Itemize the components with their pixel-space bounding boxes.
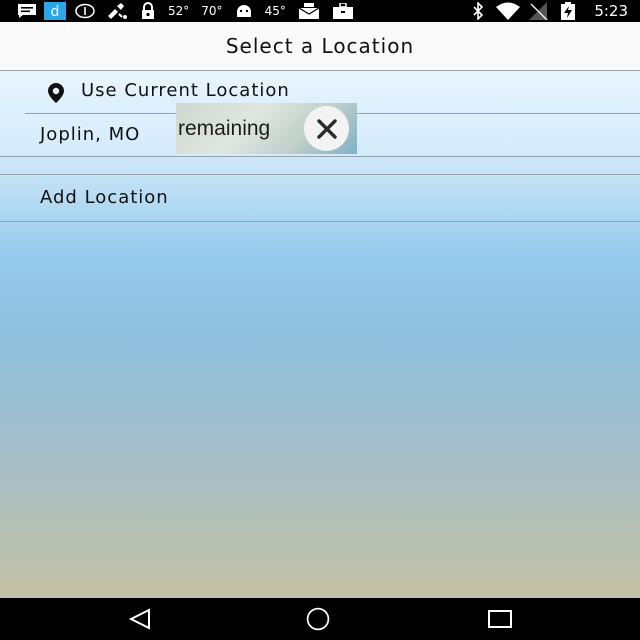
mail-icon (292, 0, 326, 22)
location-item-label: Joplin, MO (40, 124, 141, 145)
app-content: Select a Location Use Current Location J… (0, 22, 640, 598)
ad-banner[interactable]: remaining (176, 103, 357, 154)
home-icon[interactable] (305, 606, 331, 632)
no-signal-icon (524, 0, 554, 22)
message-icon (14, 0, 40, 22)
android-icon (229, 0, 259, 22)
briefcase-icon (326, 0, 360, 22)
back-icon[interactable] (127, 606, 153, 632)
temp-1: 52° (168, 4, 190, 18)
navigation-bar (0, 598, 640, 640)
wifi-icon (492, 0, 524, 22)
status-left: d 52° 70° 45° (14, 0, 360, 22)
bluetooth-icon (464, 0, 492, 22)
divider (0, 221, 640, 222)
app-d-icon: d (40, 0, 70, 22)
use-current-location-label: Use Current Location (81, 80, 290, 101)
location-pin-icon (44, 81, 68, 105)
info-icon (70, 0, 100, 22)
ad-text: remaining (178, 117, 271, 140)
close-icon[interactable] (304, 106, 349, 151)
page-title: Select a Location (225, 34, 415, 58)
header: Select a Location (0, 22, 640, 71)
status-right: 5:23 (464, 0, 628, 22)
clock: 5:23 (594, 2, 628, 20)
divider (0, 156, 640, 157)
add-location-label: Add Location (40, 187, 169, 208)
status-bar: d 52° 70° 45° 5:23 (0, 0, 640, 22)
add-location-row[interactable]: Add Location (0, 175, 640, 221)
recents-icon[interactable] (486, 606, 512, 632)
temp-3: 45° (264, 4, 286, 18)
svg-text:d: d (51, 4, 60, 20)
battery-charging-icon (554, 0, 582, 22)
lock-icon (134, 0, 162, 22)
satellite-icon (100, 0, 134, 22)
temp-2: 70° (201, 4, 223, 18)
